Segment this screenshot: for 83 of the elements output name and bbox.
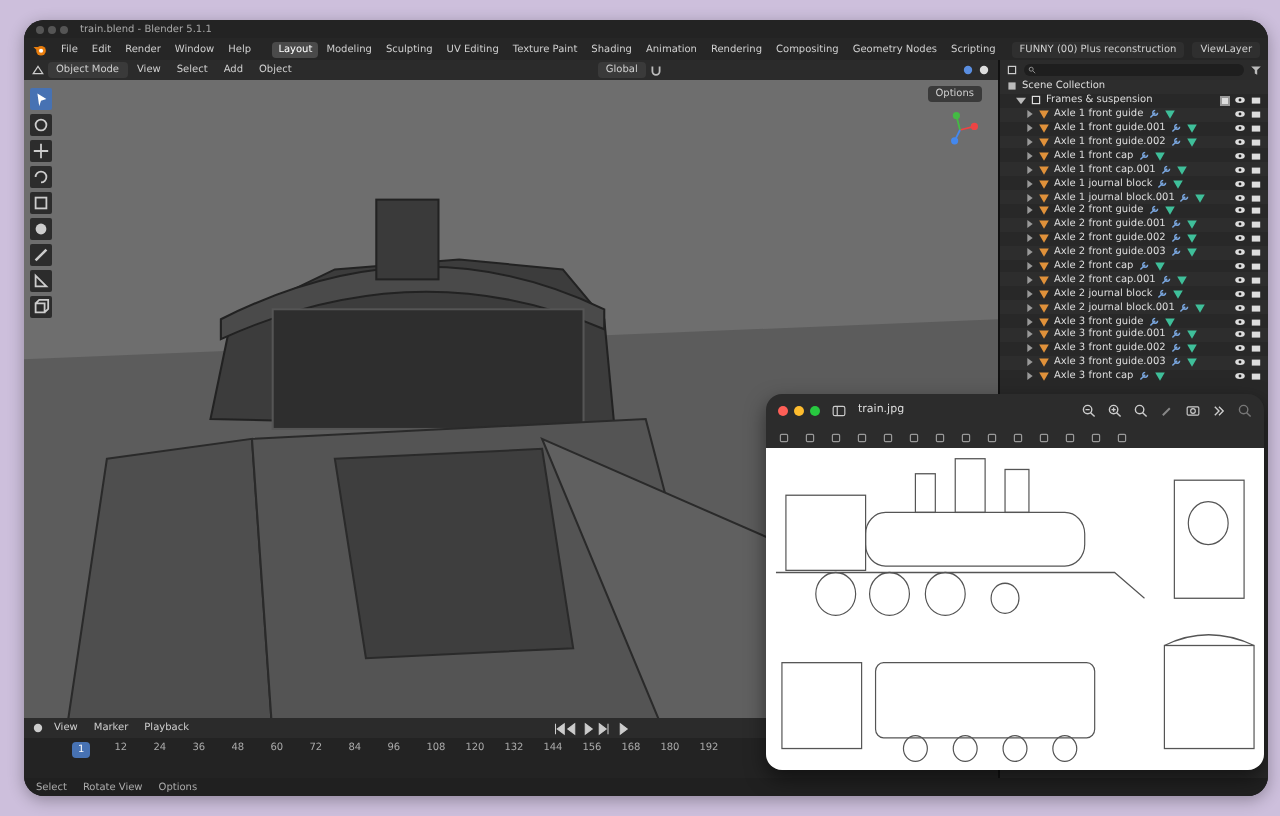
modifier-wrench-icon[interactable] xyxy=(1169,328,1182,341)
modifier-wrench-icon[interactable] xyxy=(1169,246,1182,259)
eye-icon[interactable] xyxy=(1234,204,1246,217)
sidebar-icon[interactable] xyxy=(832,403,846,417)
modifier-wrench-icon[interactable] xyxy=(1156,287,1169,300)
markup-tool-icon[interactable] xyxy=(908,431,920,443)
modifier-wrench-icon[interactable] xyxy=(1169,122,1182,135)
include-checkbox[interactable] xyxy=(1220,95,1230,106)
eye-icon[interactable] xyxy=(1234,328,1246,341)
modifier-wrench-icon[interactable] xyxy=(1169,218,1182,231)
transform-tool-icon[interactable] xyxy=(30,218,52,240)
move-tool-icon[interactable] xyxy=(30,140,52,162)
eye-icon[interactable] xyxy=(1234,342,1246,355)
search-icon[interactable] xyxy=(1238,403,1252,417)
close-button[interactable] xyxy=(778,405,788,415)
chevrons-icon[interactable] xyxy=(1212,403,1226,417)
modifier-wrench-icon[interactable] xyxy=(1159,273,1172,286)
markup-tool-icon[interactable] xyxy=(934,431,946,443)
eye-icon[interactable] xyxy=(1234,122,1246,135)
modifier-wrench-icon[interactable] xyxy=(1137,370,1150,383)
markup-tool-icon[interactable] xyxy=(986,431,998,443)
magnet-icon[interactable] xyxy=(649,64,662,76)
markup-tool-icon[interactable] xyxy=(1038,431,1050,443)
markup-tool-icon[interactable] xyxy=(1012,431,1024,443)
search-icon xyxy=(1028,66,1036,74)
eye-icon[interactable] xyxy=(1234,301,1246,314)
zoom-button[interactable] xyxy=(810,405,820,415)
eye-icon[interactable] xyxy=(1234,149,1246,162)
eye-icon[interactable] xyxy=(1234,94,1246,107)
eye-icon[interactable] xyxy=(1234,356,1246,369)
modifier-wrench-icon[interactable] xyxy=(1169,342,1182,355)
modifier-wrench-icon[interactable] xyxy=(1159,163,1172,176)
markup-tool-icon[interactable] xyxy=(1116,431,1128,443)
markup-tool-icon[interactable] xyxy=(960,431,972,443)
modifier-wrench-icon[interactable] xyxy=(1169,356,1182,369)
eye-icon[interactable] xyxy=(1234,218,1246,231)
modifier-wrench-icon[interactable] xyxy=(1137,260,1150,273)
eye-icon[interactable] xyxy=(1234,246,1246,259)
modifier-wrench-icon[interactable] xyxy=(1178,301,1191,314)
modifier-wrench-icon[interactable] xyxy=(1147,204,1160,217)
eye-icon[interactable] xyxy=(1234,315,1246,328)
markup-tool-icon[interactable] xyxy=(1064,431,1076,443)
eye-icon[interactable] xyxy=(1234,163,1246,176)
markup-tool-icon[interactable] xyxy=(856,431,868,443)
markup-tool-icon[interactable] xyxy=(804,431,816,443)
search-field[interactable] xyxy=(1024,64,1244,76)
editor-type-icon[interactable] xyxy=(1006,64,1018,76)
rotate-tool-icon[interactable] xyxy=(30,166,52,188)
minimize-button[interactable] xyxy=(794,405,804,415)
eye-icon[interactable] xyxy=(1234,136,1246,148)
eye-icon[interactable] xyxy=(1234,108,1246,121)
modifier-wrench-icon[interactable] xyxy=(1147,108,1160,121)
markup-tool-icon[interactable] xyxy=(882,431,894,443)
app-logo-icon[interactable] xyxy=(32,41,48,57)
modifier-wrench-icon[interactable] xyxy=(1169,136,1182,148)
markup-tool-icon[interactable] xyxy=(1090,431,1102,443)
modifier-wrench-icon[interactable] xyxy=(1178,191,1191,204)
cursor-tool-icon[interactable] xyxy=(30,114,52,136)
eye-icon[interactable] xyxy=(1234,260,1246,273)
zoom-out-icon[interactable] xyxy=(1082,403,1096,417)
eye-icon[interactable] xyxy=(1234,370,1246,383)
eye-icon[interactable] xyxy=(1234,287,1246,300)
photo-icon[interactable] xyxy=(1186,403,1200,417)
zoom-fit-icon[interactable] xyxy=(1134,403,1148,417)
eye-icon[interactable] xyxy=(1234,191,1246,204)
modifier-wrench-icon[interactable] xyxy=(1169,232,1182,245)
zoom-in-icon[interactable] xyxy=(1108,403,1122,417)
add-cube-tool-icon[interactable] xyxy=(30,296,52,318)
eye-icon[interactable] xyxy=(1234,232,1246,245)
expand-caret-icon[interactable] xyxy=(1016,95,1026,106)
modifier-wrench-icon[interactable] xyxy=(1147,315,1160,328)
markup-tool-icon[interactable] xyxy=(830,431,842,443)
scale-tool-icon[interactable] xyxy=(30,192,52,214)
annotate-tool-icon[interactable] xyxy=(30,244,52,266)
measure-tool-icon[interactable] xyxy=(30,270,52,292)
modifier-wrench-icon[interactable] xyxy=(1156,177,1169,190)
eye-icon[interactable] xyxy=(1234,273,1246,286)
filter-icon[interactable] xyxy=(1250,64,1262,76)
modifier-wrench-icon[interactable] xyxy=(1137,149,1150,162)
eye-icon[interactable] xyxy=(1234,177,1246,190)
markup-tool-icon[interactable] xyxy=(778,431,790,443)
select-tool-icon[interactable] xyxy=(30,88,52,110)
editor-type-icon[interactable] xyxy=(32,64,44,76)
